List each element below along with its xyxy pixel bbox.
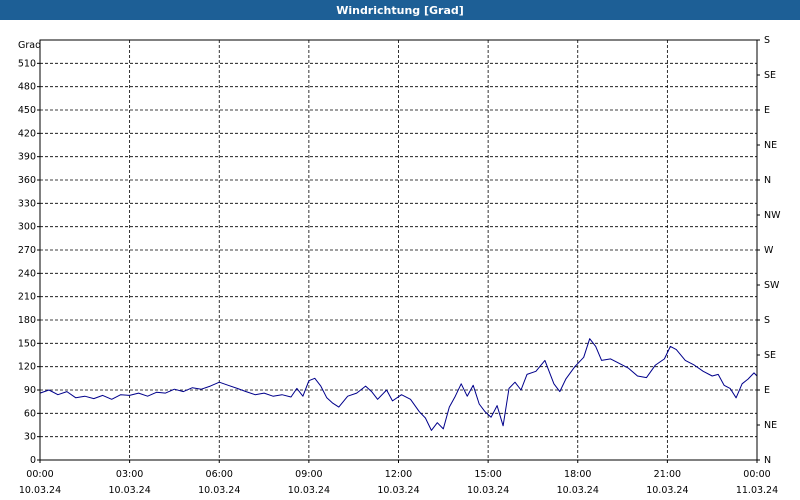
x-tick-date-label: 10.03.24 bbox=[108, 485, 150, 496]
compass-tick-label: E bbox=[764, 385, 770, 396]
y-tick-label: 30 bbox=[24, 432, 36, 443]
y-tick-label: 360 bbox=[18, 175, 36, 186]
compass-tick-label: S bbox=[764, 315, 770, 326]
x-tick-time-label: 12:00 bbox=[385, 469, 412, 480]
compass-tick-label: S bbox=[764, 35, 770, 46]
y-tick-label: 0 bbox=[30, 455, 36, 466]
x-tick-time-label: 00:00 bbox=[26, 469, 53, 480]
y-tick-label: 240 bbox=[18, 268, 36, 279]
y-tick-label: 270 bbox=[18, 245, 36, 256]
x-tick-time-label: 03:00 bbox=[116, 469, 143, 480]
x-tick-date-label: 10.03.24 bbox=[288, 485, 330, 496]
y-tick-labels: 0 30 60 90 120 150 180 210 240 270 300 330 360 390 420… bbox=[18, 58, 36, 466]
y-tick-label: 150 bbox=[18, 338, 36, 349]
y-tick-label: 510 bbox=[18, 58, 36, 69]
x-tick-time-label: 21:00 bbox=[654, 469, 681, 480]
y-tick-label: 450 bbox=[18, 105, 36, 116]
x-tick-time-label: 15:00 bbox=[474, 469, 501, 480]
x-tick-time-label: 09:00 bbox=[295, 469, 322, 480]
y-tick-label: 180 bbox=[18, 315, 36, 326]
x-tick-date-label: 10.03.24 bbox=[467, 485, 509, 496]
y-tick-label: 300 bbox=[18, 222, 36, 233]
compass-tick-label: NE bbox=[764, 140, 777, 151]
x-tick-date-label: 10.03.24 bbox=[198, 485, 240, 496]
x-tick-date-label: 11.03.24 bbox=[736, 485, 778, 496]
y-tick-label: 210 bbox=[18, 292, 36, 303]
compass-tick-label: SE bbox=[764, 70, 776, 81]
y-tick-label: 90 bbox=[24, 385, 36, 396]
compass-tick-label: NW bbox=[764, 210, 781, 221]
x-tick-date-label: 10.03.24 bbox=[557, 485, 599, 496]
compass-tick-label: N bbox=[764, 455, 771, 466]
y-tick-label: 330 bbox=[18, 198, 36, 209]
wind-direction-chart: Grad 0 30 60 90 120 150 180 210 240 270 300 330 360 3… bbox=[18, 35, 781, 496]
y-tick-label: 60 bbox=[24, 408, 36, 419]
grid-lines bbox=[37, 39, 760, 463]
x-tick-date-label: 10.03.24 bbox=[19, 485, 61, 496]
y-tick-label: 390 bbox=[18, 152, 36, 163]
x-tick-time-label: 06:00 bbox=[206, 469, 233, 480]
x-tick-date-label: 10.03.24 bbox=[377, 485, 419, 496]
y-axis-label: Grad bbox=[18, 40, 41, 51]
compass-tick-label: N bbox=[764, 175, 771, 186]
x-tick-time-label: 00:00 bbox=[743, 469, 770, 480]
compass-tick-label: NE bbox=[764, 420, 777, 431]
compass-tick-label: W bbox=[764, 245, 774, 256]
x-tick-date-label: 10.03.24 bbox=[646, 485, 688, 496]
compass-tick-label: SE bbox=[764, 350, 776, 361]
y-tick-label: 480 bbox=[18, 82, 36, 93]
x-tick-time-label: 18:00 bbox=[564, 469, 591, 480]
y-tick-label: 420 bbox=[18, 128, 36, 139]
x-tick-labels: 00:00 10.03.24 03:00 10.03.24 06:00 10.03.24 0… bbox=[19, 469, 778, 496]
compass-tick-labels: N NE E SE S SW W NW N NE E SE S bbox=[764, 35, 781, 466]
compass-tick-label: E bbox=[764, 105, 770, 116]
compass-tick-label: SW bbox=[764, 280, 780, 291]
y-tick-label: 120 bbox=[18, 362, 36, 373]
